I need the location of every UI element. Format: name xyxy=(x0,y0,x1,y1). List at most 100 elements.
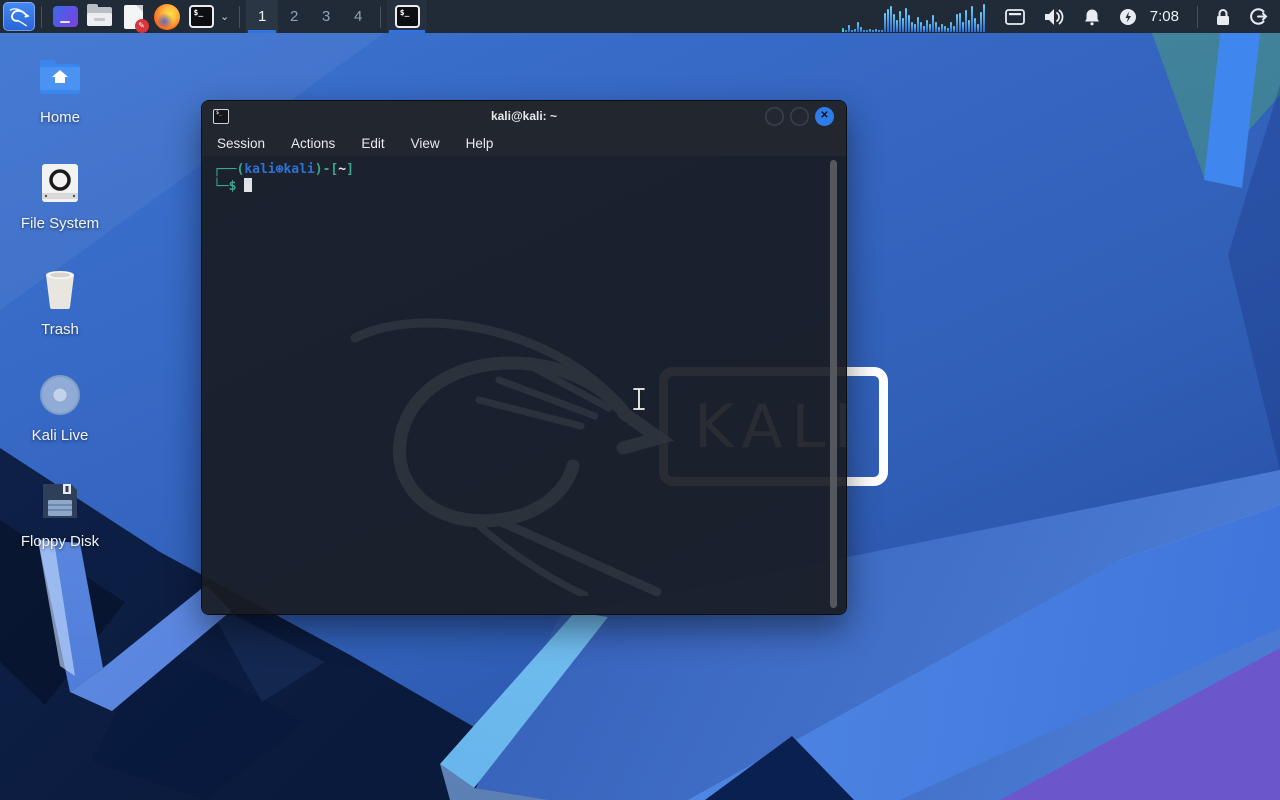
panel-separator xyxy=(1197,5,1198,28)
desktop-icon-trash[interactable]: Trash xyxy=(12,266,108,338)
folder-icon xyxy=(86,4,112,26)
launcher-file-manager[interactable] xyxy=(85,3,113,31)
cpu-bar xyxy=(886,8,889,32)
cpu-bar xyxy=(919,21,922,32)
workspace-2[interactable]: 2 xyxy=(278,0,310,33)
cpu-bar xyxy=(913,23,916,32)
cpu-bar xyxy=(934,21,937,32)
cpu-bar xyxy=(880,29,883,32)
menu-session[interactable]: Session xyxy=(217,136,265,151)
desktop-icon-label: Floppy Disk xyxy=(20,533,100,550)
cpu-bar xyxy=(943,25,946,32)
cpu-bar xyxy=(976,23,979,32)
cpu-bar xyxy=(961,21,964,32)
launcher-app-window[interactable] xyxy=(51,3,79,31)
launcher-firefox[interactable] xyxy=(153,3,181,31)
notifications-icon[interactable] xyxy=(1083,8,1101,26)
floppy-icon xyxy=(12,478,108,524)
cpu-bar xyxy=(874,28,877,32)
cpu-bar xyxy=(871,29,874,32)
cpu-bar xyxy=(910,21,913,32)
cpu-bar xyxy=(898,10,901,32)
minimize-button[interactable] xyxy=(765,106,784,126)
cpu-bar xyxy=(868,28,871,32)
taskbar-terminal-button[interactable]: $_ xyxy=(387,0,428,33)
disc-icon xyxy=(12,372,108,418)
cpu-bar xyxy=(865,29,868,32)
launcher-terminal[interactable]: $_ xyxy=(187,3,215,31)
menu-actions[interactable]: Actions xyxy=(291,136,335,151)
cpu-bar xyxy=(856,21,859,32)
cpu-bar xyxy=(859,26,862,32)
desktop-icon-kali-live[interactable]: Kali Live xyxy=(12,372,108,444)
clock[interactable]: 7:08 xyxy=(1150,8,1179,25)
panel-separator xyxy=(239,5,241,28)
maximize-button[interactable] xyxy=(790,106,809,126)
terminal-cursor xyxy=(244,178,253,192)
cpu-bar xyxy=(955,13,958,32)
volume-icon[interactable] xyxy=(1043,8,1065,26)
cpu-bar xyxy=(904,7,907,32)
desktop-icon-label: Kali Live xyxy=(31,427,89,444)
terminal-icon: $_ xyxy=(394,5,420,28)
close-button[interactable]: ✕ xyxy=(815,106,834,126)
cpu-bar xyxy=(844,29,847,32)
cpu-bar xyxy=(853,28,856,32)
cpu-bar xyxy=(862,29,865,32)
cpu-bar xyxy=(982,3,985,32)
cpu-bar xyxy=(931,14,934,32)
menu-edit[interactable]: Edit xyxy=(361,136,384,151)
lock-icon[interactable] xyxy=(1215,8,1231,26)
system-tray: 7:08 xyxy=(841,0,1280,33)
cpu-bar xyxy=(922,25,925,32)
cpu-bar xyxy=(970,5,973,32)
terminal-body[interactable]: ┌──(kali⊛kali)-[~] └─$ xyxy=(202,156,846,614)
cpu-bar xyxy=(946,27,949,32)
terminal-window: $_ kali@kali: ~ ✕ Session Actions Edit V… xyxy=(201,100,847,615)
home-folder-icon xyxy=(12,54,108,100)
chevron-down-icon[interactable]: ⌄ xyxy=(220,10,229,23)
pencil-badge-icon: ✎ xyxy=(134,18,149,33)
power-manager-icon[interactable] xyxy=(1119,8,1137,26)
app-window-icon xyxy=(52,6,78,27)
cpu-bar xyxy=(889,5,892,32)
cpu-bar xyxy=(952,25,955,32)
cpu-bar xyxy=(973,17,976,32)
cpu-bar xyxy=(892,13,895,32)
desktop-icon-floppy-disk[interactable]: Floppy Disk xyxy=(12,478,108,550)
cpu-bar xyxy=(841,27,844,32)
menu-view[interactable]: View xyxy=(411,136,440,151)
display-icon[interactable] xyxy=(1004,8,1025,25)
window-title: kali@kali: ~ xyxy=(490,109,558,123)
launcher-text-editor[interactable]: ✎ xyxy=(119,3,149,33)
cpu-bar xyxy=(925,19,928,32)
terminal-scrollbar[interactable] xyxy=(830,160,837,608)
panel-separator xyxy=(41,5,42,28)
workspace-4[interactable]: 4 xyxy=(342,0,374,33)
cpu-bar xyxy=(937,26,940,32)
document-icon: ✎ xyxy=(123,4,149,33)
ibeam-mouse-cursor xyxy=(632,387,646,411)
desktop-icon-label: Home xyxy=(39,109,80,126)
logout-icon[interactable] xyxy=(1249,7,1268,26)
trash-icon xyxy=(12,266,108,312)
desktop-icon-home[interactable]: Home xyxy=(12,54,108,126)
applications-menu-button[interactable] xyxy=(3,2,35,31)
cpu-bar xyxy=(883,12,886,32)
cpu-bar xyxy=(964,9,967,32)
drive-icon xyxy=(12,160,108,206)
terminal-app-icon: $_ xyxy=(213,108,229,124)
desktop-icon-label: Trash xyxy=(41,321,79,338)
cpu-bar xyxy=(901,17,904,32)
cpu-graph[interactable] xyxy=(841,2,985,32)
cpu-bar xyxy=(928,23,931,32)
window-titlebar[interactable]: $_ kali@kali: ~ ✕ xyxy=(202,101,846,131)
desktop-icon-label: File System xyxy=(20,215,100,232)
window-menubar: Session Actions Edit View Help xyxy=(202,131,846,156)
menu-help[interactable]: Help xyxy=(466,136,494,151)
workspace-3[interactable]: 3 xyxy=(310,0,342,33)
cpu-bar xyxy=(907,14,910,32)
workspace-1[interactable]: 1 xyxy=(246,0,279,33)
cpu-bar xyxy=(850,29,853,32)
desktop-icon-file-system[interactable]: File System xyxy=(12,160,108,232)
